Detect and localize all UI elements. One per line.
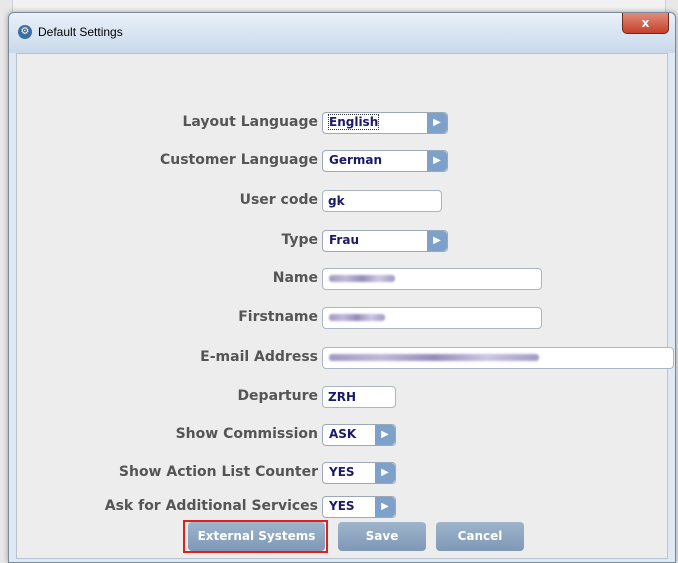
user-code-value: gk (328, 194, 345, 208)
external-systems-button[interactable]: External Systems (188, 522, 325, 551)
layout-language-label: Layout Language (182, 114, 318, 130)
customer-language-select[interactable]: German ▶ (322, 150, 448, 172)
type-label: Type (281, 232, 318, 248)
chevron-right-icon: ▶ (427, 231, 447, 251)
title-bar: ⚙ Default Settings x (9, 13, 675, 53)
show-action-list-counter-select[interactable]: YES ▶ (322, 462, 396, 484)
row-type: Type Frau ▶ (17, 230, 667, 252)
ask-additional-services-select[interactable]: YES ▶ (322, 496, 396, 518)
chevron-right-icon: ▶ (375, 497, 395, 517)
chevron-right-icon: ▶ (427, 113, 447, 133)
name-field[interactable] (322, 268, 542, 290)
row-user-code: User code gk (17, 190, 667, 212)
type-select[interactable]: Frau ▶ (322, 230, 448, 252)
window-title: Default Settings (38, 25, 123, 39)
row-show-action-list-counter: Show Action List Counter YES ▶ (17, 462, 667, 484)
show-commission-label: Show Commission (175, 426, 318, 442)
type-value: Frau (329, 233, 359, 247)
redacted-firstname (329, 314, 385, 321)
firstname-label: Firstname (238, 309, 318, 325)
customer-language-value: German (329, 153, 383, 167)
settings-form: Layout Language English ▶ Customer Langu… (16, 53, 674, 559)
user-code-field[interactable]: gk (322, 190, 442, 212)
row-customer-language: Customer Language German ▶ (17, 150, 667, 172)
row-show-commission: Show Commission ASK ▶ (17, 424, 667, 446)
redacted-name (329, 275, 395, 282)
ask-additional-services-label: Ask for Additional Services (104, 498, 318, 514)
row-name: Name (17, 268, 667, 290)
row-departure: Departure ZRH (17, 386, 667, 408)
firstname-field[interactable] (322, 307, 542, 329)
name-label: Name (272, 270, 318, 286)
user-code-label: User code (239, 192, 318, 208)
close-button[interactable]: x (622, 13, 669, 34)
chevron-right-icon: ▶ (375, 425, 395, 445)
cancel-button[interactable]: Cancel (436, 522, 524, 551)
email-label: E-mail Address (200, 349, 318, 365)
departure-label: Departure (237, 388, 318, 404)
redacted-email (329, 354, 539, 361)
show-commission-value: ASK (329, 427, 357, 441)
row-email: E-mail Address (17, 347, 674, 369)
show-commission-select[interactable]: ASK ▶ (322, 424, 396, 446)
gear-icon: ⚙ (18, 25, 32, 39)
ask-additional-services-value: YES (329, 499, 355, 513)
customer-language-label: Customer Language (159, 152, 318, 168)
default-settings-dialog: ⚙ Default Settings x Layout Language Eng… (8, 12, 676, 563)
chevron-right-icon: ▶ (375, 463, 395, 483)
row-firstname: Firstname (17, 307, 667, 329)
show-action-list-counter-label: Show Action List Counter (118, 464, 318, 480)
departure-field[interactable]: ZRH (322, 386, 396, 408)
row-ask-additional-services: Ask for Additional Services YES ▶ (17, 496, 667, 518)
email-field[interactable] (322, 347, 674, 369)
row-layout-language: Layout Language English ▶ (17, 112, 667, 134)
show-action-list-counter-value: YES (329, 465, 355, 479)
layout-language-select[interactable]: English ▶ (322, 112, 448, 134)
layout-language-value: English (327, 114, 380, 130)
chevron-right-icon: ▶ (427, 151, 447, 171)
save-button[interactable]: Save (338, 522, 426, 551)
departure-value: ZRH (328, 390, 356, 404)
